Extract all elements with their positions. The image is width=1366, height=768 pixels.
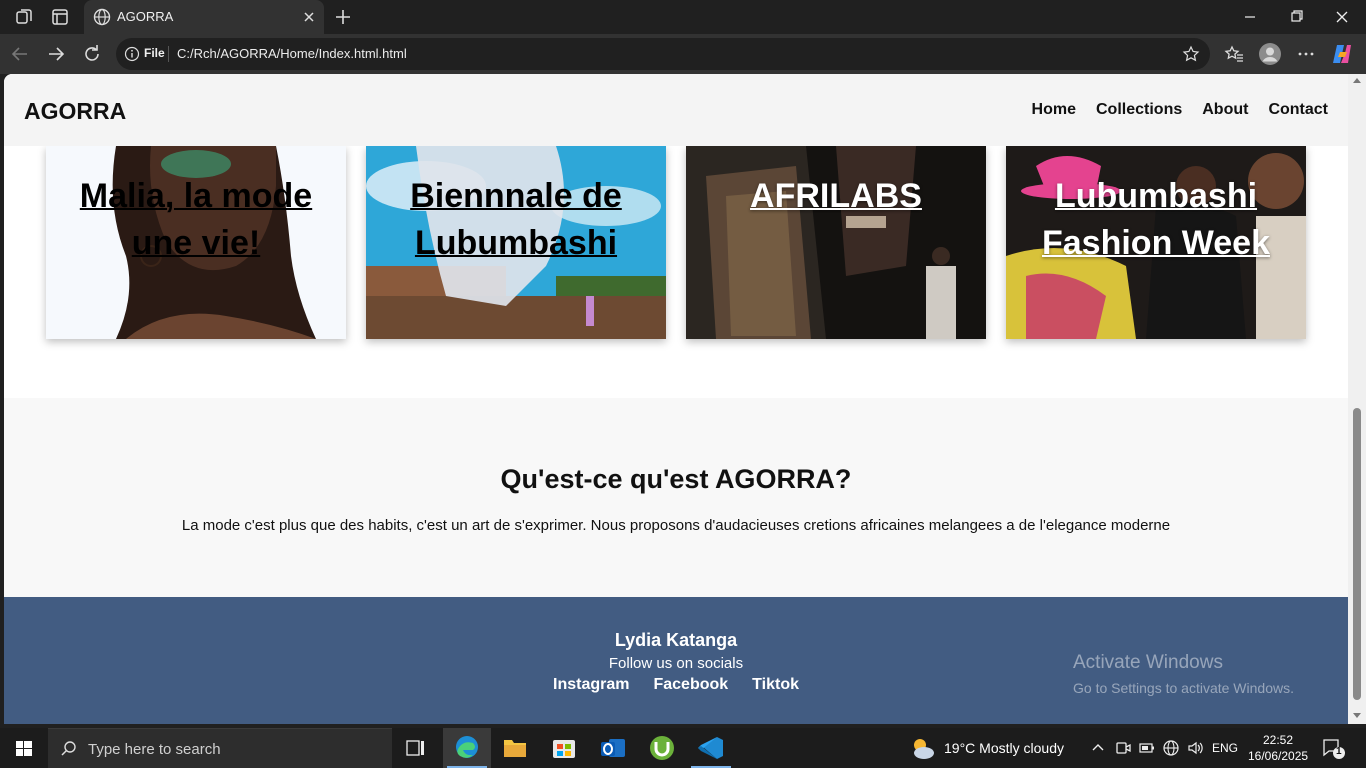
nav-home-link[interactable]: Home — [1032, 101, 1076, 119]
card-title-line2: une vie! — [131, 224, 261, 262]
language-indicator[interactable]: ENG — [1212, 741, 1238, 755]
restore-icon[interactable] — [1274, 4, 1318, 30]
card-title-line1: Malia, la mode — [79, 177, 313, 215]
windows-start-icon[interactable] — [0, 728, 48, 768]
volume-icon[interactable] — [1186, 739, 1204, 757]
microsoft-store-icon[interactable] — [540, 728, 588, 768]
browser-toolbar: File C:/Rch/AGORRA/Home/Index.html.html — [0, 34, 1366, 74]
tab-title: AGORRA — [117, 9, 174, 24]
forward-arrow-icon[interactable] — [44, 42, 68, 66]
site-footer: Lydia Katanga Follow us on socials Insta… — [4, 597, 1348, 724]
watermark-subtitle: Go to Settings to activate Windows. — [1073, 680, 1294, 696]
about-text: La mode c'est plus que des habits, c'est… — [181, 517, 1171, 534]
close-tab-icon[interactable] — [300, 8, 318, 26]
new-tab-plus-icon[interactable] — [332, 6, 354, 28]
network-globe-icon[interactable] — [1162, 739, 1180, 757]
file-explorer-icon[interactable] — [491, 728, 539, 768]
site-logo[interactable]: AGORRA — [24, 98, 126, 125]
address-bar[interactable]: File C:/Rch/AGORRA/Home/Index.html.html — [116, 38, 1210, 70]
about-section: Qu'est-ce qu'est AGORRA? La mode c'est p… — [4, 398, 1348, 597]
card-title-line2: Fashion Week — [1042, 224, 1270, 262]
scrollbar-thumb[interactable] — [1353, 408, 1361, 700]
edge-browser-taskbar-icon[interactable] — [443, 728, 491, 768]
collection-card-afrilabs[interactable]: AFRILABS — [686, 146, 986, 339]
info-icon[interactable] — [124, 46, 140, 62]
weather-text[interactable]: 19°C Mostly cloudy — [944, 740, 1064, 756]
page-viewport: AGORRA Home Collections About Contact Ma… — [4, 74, 1348, 724]
clock-time: 22:52 — [1262, 733, 1294, 747]
vscode-icon[interactable] — [687, 728, 735, 768]
collections-cards: Malia, la mode une vie! Biennnale de Lub… — [4, 146, 1348, 398]
address-divider — [168, 46, 169, 62]
watermark-title: Activate Windows — [1073, 652, 1223, 673]
globe-icon — [92, 7, 112, 27]
copilot-icon[interactable] — [1330, 42, 1354, 66]
collection-card-biennale[interactable]: Biennnale de Lubumbashi — [366, 146, 666, 339]
utorrent-icon[interactable] — [638, 728, 686, 768]
site-header: AGORRA Home Collections About Contact — [4, 74, 1348, 146]
notification-count-badge: 1 — [1336, 746, 1342, 757]
instagram-link[interactable]: Instagram — [553, 676, 629, 694]
scroll-down-arrow-icon[interactable] — [1353, 713, 1361, 718]
search-placeholder: Type here to search — [88, 741, 221, 758]
card-title[interactable]: AFRILABS — [686, 173, 986, 220]
activate-windows-watermark: Activate Windows Go to Settings to activ… — [1073, 652, 1294, 696]
workspaces-icon[interactable] — [14, 7, 34, 27]
address-url[interactable]: C:/Rch/AGORRA/Home/Index.html.html — [177, 46, 407, 61]
site-nav: Home Collections About Contact — [1032, 101, 1328, 119]
favorite-star-icon[interactable] — [1182, 45, 1200, 63]
taskbar-search-box[interactable]: Type here to search — [48, 728, 392, 768]
page-scrollbar[interactable] — [1348, 74, 1366, 724]
card-title[interactable]: Malia, la mode une vie! — [46, 173, 346, 267]
card-title[interactable]: Biennnale de Lubumbashi — [366, 173, 666, 267]
close-window-icon[interactable] — [1320, 4, 1364, 30]
tab-actions-icon[interactable] — [50, 7, 70, 27]
profile-avatar-icon[interactable] — [1258, 42, 1282, 66]
system-clock[interactable]: 22:52 16/06/2025 — [1248, 732, 1308, 764]
outlook-icon[interactable] — [589, 728, 637, 768]
nav-about-link[interactable]: About — [1202, 101, 1248, 119]
about-heading: Qu'est-ce qu'est AGORRA? — [500, 464, 852, 494]
footer-author-name: Lydia Katanga — [614, 630, 738, 650]
back-arrow-icon[interactable] — [8, 42, 32, 66]
browser-tab-active[interactable]: AGORRA — [84, 0, 324, 34]
collection-card-malia[interactable]: Malia, la mode une vie! — [46, 146, 346, 339]
favorites-icon[interactable] — [1222, 42, 1246, 66]
search-icon — [60, 740, 78, 758]
card-title[interactable]: Lubumbashi Fashion Week — [1006, 173, 1306, 267]
clock-date: 16/06/2025 — [1248, 749, 1309, 763]
card-title-line1: Biennnale de — [410, 177, 622, 215]
nav-contact-link[interactable]: Contact — [1268, 101, 1328, 119]
address-scheme-label: File — [144, 46, 165, 60]
minimize-icon[interactable] — [1228, 4, 1272, 30]
chevron-up-icon[interactable] — [1090, 740, 1106, 756]
refresh-icon[interactable] — [80, 42, 104, 66]
card-title-line2: Lubumbashi — [414, 224, 618, 262]
browser-tab-strip: AGORRA — [0, 0, 1366, 34]
battery-icon[interactable] — [1138, 739, 1156, 757]
tiktok-link[interactable]: Tiktok — [752, 676, 799, 694]
more-menu-icon[interactable] — [1294, 42, 1318, 66]
collection-card-fashion-week[interactable]: Lubumbashi Fashion Week — [1006, 146, 1306, 339]
scroll-up-arrow-icon[interactable] — [1353, 78, 1361, 83]
card-title-line1: AFRILABS — [750, 177, 922, 215]
facebook-link[interactable]: Facebook — [653, 676, 728, 694]
weather-cloud-icon[interactable] — [908, 736, 936, 762]
notifications-icon[interactable]: 1 — [1320, 736, 1346, 760]
meet-now-icon[interactable] — [1114, 739, 1132, 757]
windows-taskbar: Type here to search 19°C Mostly cloudy E… — [0, 728, 1366, 768]
card-title-line1: Lubumbashi — [1054, 177, 1258, 215]
task-view-icon[interactable] — [392, 728, 440, 768]
nav-collections-link[interactable]: Collections — [1096, 101, 1182, 119]
